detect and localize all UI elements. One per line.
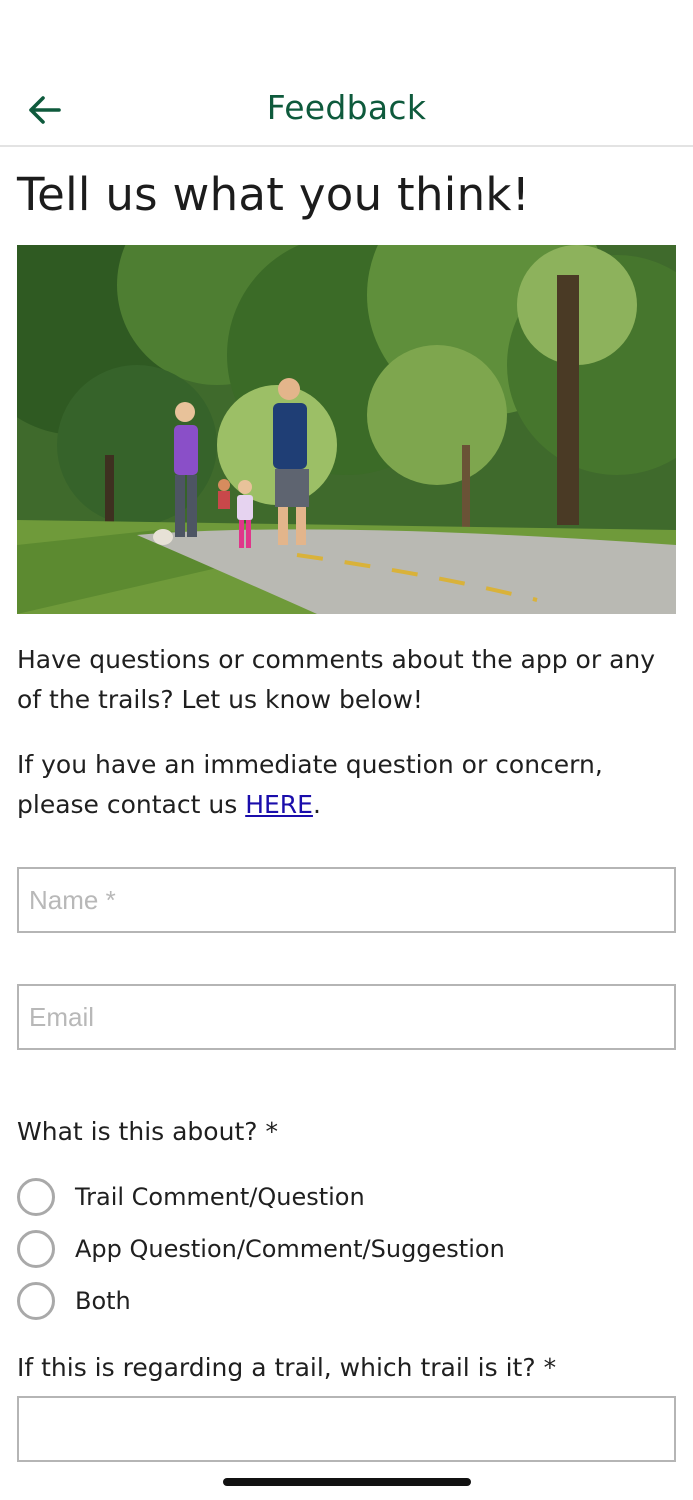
radio-button[interactable] <box>17 1230 55 1268</box>
about-question-label: What is this about? * <box>17 1117 278 1146</box>
app-header: Feedback <box>0 62 693 147</box>
header-title: Feedback <box>266 88 427 127</box>
trail-question-label: If this is regarding a trail, which trai… <box>17 1353 557 1382</box>
hero-image <box>17 245 676 614</box>
radio-label: Both <box>75 1287 131 1315</box>
contact-here-link[interactable]: HERE <box>245 790 313 819</box>
radio-label: Trail Comment/Question <box>75 1183 365 1211</box>
about-option-both[interactable]: Both <box>17 1279 131 1323</box>
name-field[interactable] <box>17 867 676 933</box>
intro-text: Have questions or comments about the app… <box>17 645 656 714</box>
about-option-trail[interactable]: Trail Comment/Question <box>17 1175 365 1219</box>
page-heading: Tell us what you think! <box>17 168 531 221</box>
trail-name-field[interactable] <box>17 1396 676 1462</box>
radio-button[interactable] <box>17 1178 55 1216</box>
email-field[interactable] <box>17 984 676 1050</box>
radio-button[interactable] <box>17 1282 55 1320</box>
about-option-app[interactable]: App Question/Comment/Suggestion <box>17 1227 505 1271</box>
home-indicator[interactable] <box>223 1478 471 1486</box>
contact-text: If you have an immediate question or con… <box>17 745 677 825</box>
contact-text-suffix: . <box>312 790 321 819</box>
radio-label: App Question/Comment/Suggestion <box>75 1235 505 1263</box>
